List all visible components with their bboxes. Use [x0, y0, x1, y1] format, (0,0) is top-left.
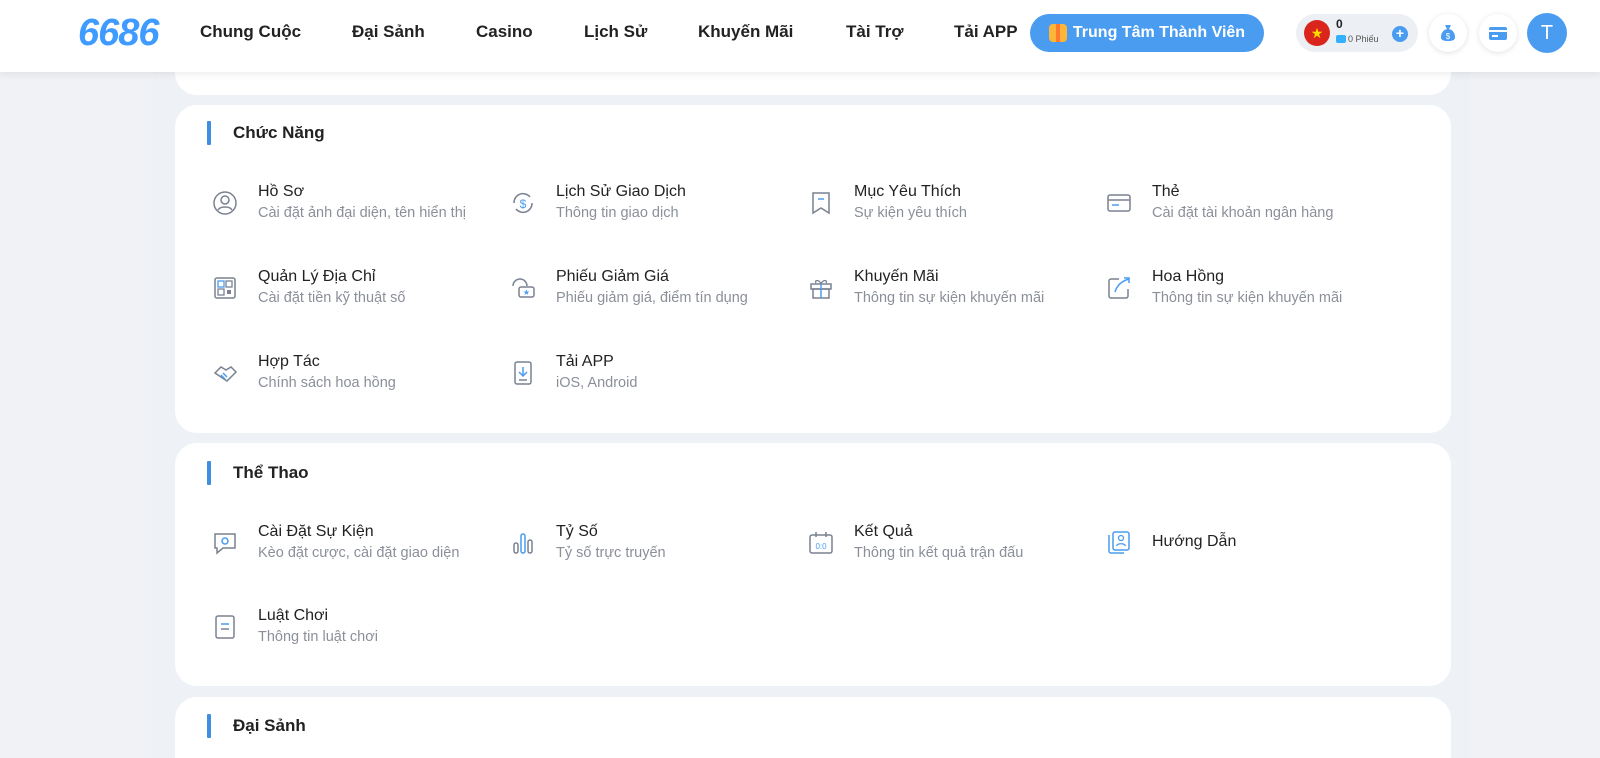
member-center-button[interactable]: Trung Tâm Thành Viên: [1030, 14, 1264, 52]
item-title: Phiếu Giảm Giá: [556, 268, 669, 285]
item-title: Hoa Hồng: [1152, 268, 1225, 285]
hall-title-text: Đại Sảnh: [233, 716, 306, 735]
menu-item-cai-dat-su-kien[interactable]: Cài Đặt Sự Kiện Kèo đặt cược, cài đặt gi…: [210, 523, 490, 573]
svg-text:$: $: [1446, 32, 1451, 41]
item-desc: Cài đặt tài khoản ngân hàng: [1152, 205, 1334, 221]
svg-text:$: $: [520, 197, 527, 211]
item-desc: iOS, Android: [556, 375, 638, 391]
nav-lich-su[interactable]: Lịch Sử: [584, 22, 647, 42]
transaction-icon: $: [508, 188, 538, 218]
item-title: Thẻ: [1152, 183, 1180, 200]
menu-item-the[interactable]: Thẻ Cài đặt tài khoản ngân hàng: [1104, 183, 1384, 233]
item-desc: Kèo đặt cược, cài đặt giao diện: [258, 545, 460, 561]
item-title: Hợp Tác: [258, 353, 320, 370]
wallet-card-button[interactable]: [1479, 14, 1517, 52]
item-title: Tỷ Số: [556, 523, 598, 540]
nav-tai-tro[interactable]: Tài Trợ: [846, 22, 903, 42]
item-title: Mục Yêu Thích: [854, 183, 962, 200]
item-title: Hồ Sơ: [258, 183, 305, 200]
profile-icon: [210, 188, 240, 218]
svg-text:★: ★: [523, 288, 530, 297]
hall-section: Đại Sảnh: [175, 697, 1451, 758]
item-desc: Thông tin giao dịch: [556, 205, 679, 221]
menu-item-ket-qua[interactable]: 0:0 Kết Quả Thông tin kết quả trận đấu: [806, 523, 1086, 573]
item-desc: Chính sách hoa hồng: [258, 375, 396, 391]
top-header: 6686 Chung Cuộc Đại Sảnh Casino Lịch Sử …: [0, 0, 1600, 72]
sports-section: Thể Thao Cài Đặt Sự Kiện Kèo đặt cược, c…: [175, 443, 1451, 686]
item-desc: Thông tin luật chơi: [258, 629, 378, 645]
bar-chart-icon: [508, 528, 538, 558]
download-icon: [508, 358, 538, 388]
nav-khuyen-mai[interactable]: Khuyến Mãi: [698, 22, 793, 42]
menu-item-khuyen-mai[interactable]: Khuyến Mãi Thông tin sự kiện khuyến mãi: [806, 268, 1086, 318]
wallet-widget[interactable]: ★ 0 0 Phiếu +: [1296, 14, 1418, 52]
menu-item-ty-so[interactable]: Tỷ Số Tỷ số trực truyến: [508, 523, 788, 573]
svg-text:0:0: 0:0: [815, 542, 827, 551]
gift-icon: [806, 273, 836, 303]
coupon-icon: ★: [508, 273, 538, 303]
title-accent-bar: [207, 121, 211, 145]
nav-dai-sanh[interactable]: Đại Sảnh: [352, 22, 425, 42]
menu-item-muc-yeu-thich[interactable]: Mục Yêu Thích Sự kiện yêu thích: [806, 183, 1086, 233]
item-title: Hướng Dẫn: [1152, 533, 1237, 550]
handshake-icon: [210, 358, 240, 388]
item-desc: Thông tin sự kiện khuyến mãi: [1152, 290, 1343, 306]
member-center-label: Trung Tâm Thành Viên: [1072, 24, 1246, 41]
item-desc: Sự kiện yêu thích: [854, 205, 967, 221]
gift-icon: [1048, 24, 1067, 42]
nav-chung-cuoc[interactable]: Chung Cuộc: [200, 22, 301, 42]
item-desc: Cài đặt tiền kỹ thuật số: [258, 290, 406, 306]
deposit-plus-button[interactable]: +: [1392, 26, 1408, 42]
item-title: Tải APP: [556, 353, 614, 370]
title-accent-bar: [207, 461, 211, 485]
hall-section-title: Đại Sảnh: [207, 714, 306, 738]
ticket-icon: [1336, 35, 1346, 43]
wallet-balance: 0: [1336, 17, 1343, 31]
settings-chat-icon: [210, 528, 240, 558]
item-title: Kết Quả: [854, 523, 913, 540]
item-title: Cài Đặt Sự Kiện: [258, 523, 374, 540]
coupon-count: 0 Phiếu: [1336, 34, 1379, 44]
menu-item-huong-dan[interactable]: Hướng Dẫn: [1104, 523, 1384, 573]
sports-title-text: Thể Thao: [233, 463, 309, 482]
item-desc: Thông tin kết quả trận đấu: [854, 545, 1024, 561]
functions-section-title: Chức Năng: [207, 121, 325, 145]
menu-item-phieu-giam-gia[interactable]: ★ Phiếu Giảm Giá Phiếu giảm giá, điểm tí…: [508, 268, 788, 318]
sports-section-title: Thể Thao: [207, 461, 309, 485]
menu-item-tai-app[interactable]: Tải APP iOS, Android: [508, 353, 788, 403]
money-bag-button[interactable]: $: [1429, 14, 1467, 52]
scoreboard-icon: 0:0: [806, 528, 836, 558]
nav-casino[interactable]: Casino: [476, 22, 533, 42]
item-desc: Thông tin sự kiện khuyến mãi: [854, 290, 1045, 306]
menu-item-quan-ly-dia-chi[interactable]: Quản Lý Địa Chỉ Cài đặt tiền kỹ thuật số: [210, 268, 490, 318]
functions-title-text: Chức Năng: [233, 123, 325, 142]
item-title: Quản Lý Địa Chỉ: [258, 268, 376, 285]
commission-icon: [1104, 273, 1134, 303]
menu-item-ho-so[interactable]: Hồ Sơ Cài đặt ảnh đại diện, tên hiển thị: [210, 183, 490, 233]
title-accent-bar: [207, 714, 211, 738]
item-desc: Tỷ số trực truyến: [556, 545, 666, 561]
coupon-count-label: 0 Phiếu: [1348, 34, 1379, 44]
menu-item-luat-choi[interactable]: Luật Chơi Thông tin luật chơi: [210, 607, 490, 657]
qr-icon: [210, 273, 240, 303]
rules-icon: [210, 612, 240, 642]
item-title: Lịch Sử Giao Dịch: [556, 183, 686, 200]
card-icon: [1104, 188, 1134, 218]
nav-tai-app[interactable]: Tải APP: [954, 22, 1018, 42]
credit-card-icon: [1489, 27, 1507, 40]
menu-item-lich-su-giao-dich[interactable]: $ Lịch Sử Giao Dịch Thông tin giao dịch: [508, 183, 788, 233]
user-avatar[interactable]: T: [1527, 13, 1567, 53]
item-desc: Cài đặt ảnh đại diện, tên hiển thị: [258, 205, 466, 221]
menu-item-hop-tac[interactable]: Hợp Tác Chính sách hoa hồng: [210, 353, 490, 403]
money-bag-icon: $: [1441, 25, 1455, 41]
site-logo[interactable]: 6686: [78, 12, 160, 55]
item-desc: Phiếu giảm giá, điểm tín dụng: [556, 290, 748, 306]
guide-icon: [1104, 528, 1134, 558]
item-title: Khuyến Mãi: [854, 268, 939, 285]
vietnam-flag-icon: ★: [1304, 20, 1330, 46]
menu-item-hoa-hong[interactable]: Hoa Hồng Thông tin sự kiện khuyến mãi: [1104, 268, 1384, 318]
bookmark-icon: [806, 188, 836, 218]
functions-section: Chức Năng Hồ Sơ Cài đặt ảnh đại diện, tê…: [175, 105, 1451, 433]
item-title: Luật Chơi: [258, 607, 329, 624]
